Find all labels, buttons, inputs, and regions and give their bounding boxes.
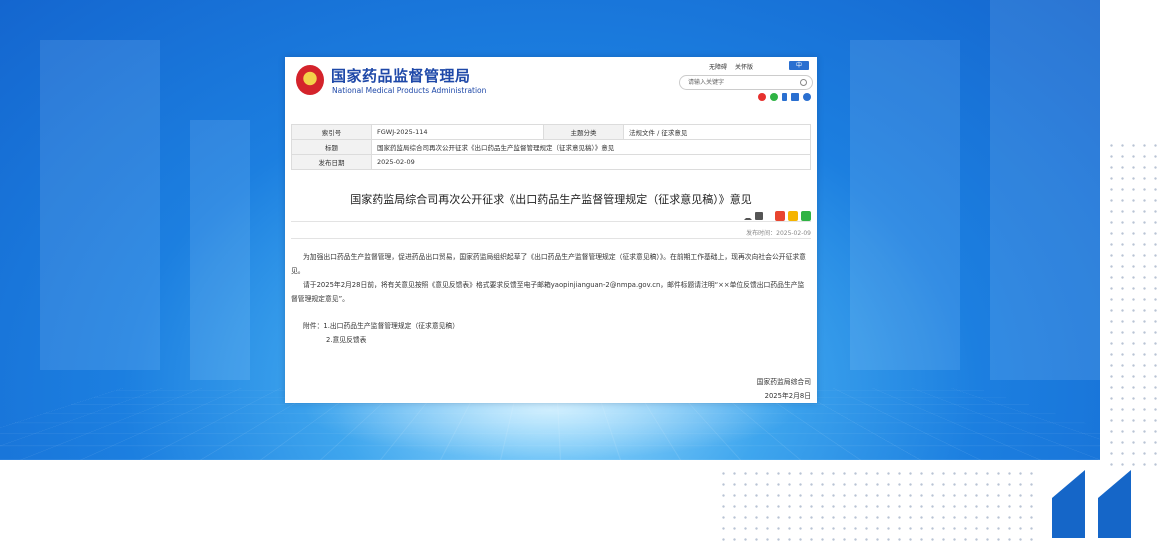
signature-org: 国家药监局综合司 (756, 378, 811, 386)
accessibility-link[interactable]: 无障碍 (709, 62, 727, 71)
date-divider (291, 238, 811, 239)
search-input[interactable]: 请输入关键字 (679, 75, 813, 90)
dot-pattern (1106, 140, 1159, 470)
social-links (758, 93, 811, 101)
date-value: 2025-02-09 (371, 154, 811, 170)
publish-time: 发布时间：2025-02-09 (746, 230, 811, 237)
table-row: 标题 国家药监局综合司再次公开征求《出口药品生产监督管理规定（征求意见稿）》意见 (291, 139, 811, 155)
quote-mark-icon (1098, 470, 1131, 538)
wechat-share-icon[interactable] (801, 211, 811, 221)
category-label: 主题分类 (543, 124, 624, 140)
site-subtitle: National Medical Products Administration (332, 86, 487, 95)
metadata-table: 索引号 FGWJ-2025-114 主题分类 法规文件 / 征求意见 标题 国家… (291, 124, 811, 170)
site-title[interactable]: 国家药品监督管理局 (331, 65, 471, 86)
dot-pattern (718, 468, 1038, 547)
wechat-icon[interactable] (770, 93, 778, 101)
qzone-share-icon[interactable] (788, 211, 798, 221)
national-emblem-icon (296, 65, 324, 95)
index-value: FGWJ-2025-114 (371, 124, 544, 140)
table-row: 索引号 FGWJ-2025-114 主题分类 法规文件 / 征求意见 (291, 124, 811, 140)
mobile-icon[interactable] (782, 93, 787, 101)
date-label: 发布日期 (291, 154, 372, 170)
print-icon[interactable] (755, 212, 763, 220)
attachment-link[interactable]: 附件：1.出口药品生产监督管理规定（征求意见稿） (303, 320, 459, 330)
article-paragraph: 请于2025年2月28日前，将有关意见按照《意见反馈表》格式要求反馈至电子邮箱y… (291, 281, 805, 303)
email-icon[interactable] (791, 93, 799, 101)
download-icon[interactable] (744, 212, 752, 220)
user-icon[interactable] (803, 93, 811, 101)
quote-mark-icon (1052, 470, 1085, 538)
language-button[interactable]: 中 (789, 61, 809, 70)
search-icon[interactable] (800, 79, 807, 86)
article-tools (744, 211, 811, 221)
category-value: 法规文件 / 征求意见 (623, 124, 811, 140)
weibo-icon[interactable] (758, 93, 766, 101)
banner-decor-bar (190, 120, 250, 380)
attachment-link[interactable]: 2.意见反馈表 (326, 334, 366, 344)
article-title: 国家药监局综合司再次公开征求《出口药品生产监督管理规定（征求意见稿）》意见 (350, 193, 752, 206)
table-row: 发布日期 2025-02-09 (291, 154, 811, 170)
article-paragraph: 为加强出口药品生产监督管理，促进药品出口贸易，国家药监局组织起草了《出口药品生产… (291, 253, 806, 275)
title-divider (291, 221, 811, 222)
index-label: 索引号 (291, 124, 372, 140)
article-screenshot-card: 国家药品监督管理局 National Medical Products Admi… (285, 57, 817, 403)
banner-decor-bar (990, 0, 1100, 380)
care-mode-link[interactable]: 关怀版 (735, 62, 753, 71)
title-label: 标题 (291, 139, 372, 155)
signature-date: 2025年2月8日 (764, 392, 811, 400)
search-placeholder: 请输入关键字 (688, 79, 725, 86)
top-links: 无障碍 关怀版 (709, 62, 753, 71)
banner-decor-bar (40, 40, 160, 370)
title-value: 国家药监局综合司再次公开征求《出口药品生产监督管理规定（征求意见稿）》意见 (371, 139, 811, 155)
banner-decor-bar (850, 40, 960, 370)
weibo-share-icon[interactable] (775, 211, 785, 221)
